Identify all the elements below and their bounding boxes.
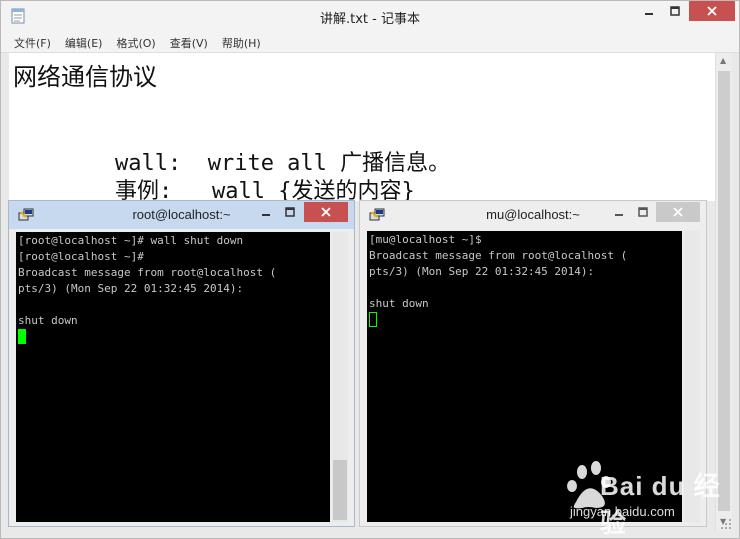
minimize-icon (262, 214, 270, 216)
terminal-line: pts/3) (Mon Sep 22 01:32:45 2014): (369, 265, 595, 278)
terminal-screen[interactable]: [root@localhost ~]# wall shut down [root… (16, 232, 330, 522)
menu-format[interactable]: 格式(O) (109, 31, 162, 52)
menu-file[interactable]: 文件(F) (7, 31, 58, 52)
terminal-titlebar[interactable]: root@localhost:~ (9, 201, 354, 229)
scroll-up-icon[interactable]: ▲ (720, 56, 726, 65)
terminal-cursor-line (18, 329, 328, 345)
terminal-scrollbar[interactable] (332, 232, 348, 522)
menu-help[interactable]: 帮助(H) (215, 31, 268, 52)
terminal-line: Broadcast message from root@localhost ( (18, 266, 277, 279)
close-icon (673, 207, 683, 217)
terminal-cursor (18, 329, 26, 344)
maximize-icon (285, 207, 295, 217)
window-title: 讲解.txt - 记事本 (320, 12, 420, 27)
close-button[interactable] (656, 202, 700, 222)
terminal-cursor-line (369, 312, 680, 328)
maximize-icon (638, 207, 648, 217)
editor-line: 网络通信协议 (13, 63, 157, 91)
minimize-icon (645, 13, 653, 15)
close-icon (321, 207, 331, 217)
terminal-cursor (369, 312, 377, 327)
maximize-button[interactable] (662, 1, 688, 21)
menu-bar: 文件(F) 编辑(E) 格式(O) 查看(V) 帮助(H) (1, 31, 739, 53)
maximize-button[interactable] (279, 203, 301, 221)
notepad-titlebar[interactable]: 讲解.txt - 记事本 (1, 1, 739, 31)
terminal-line: Broadcast message from root@localhost ( (369, 249, 628, 262)
terminal-line: shut down (369, 297, 429, 310)
scrollbar-thumb[interactable] (718, 71, 730, 511)
terminal-line: shut down (18, 314, 78, 327)
terminal-window-root: root@localhost:~ [root@localhost ~]# wal… (8, 200, 355, 527)
menu-edit[interactable]: 编辑(E) (58, 31, 110, 52)
terminal-titlebar[interactable]: mu@localhost:~ (360, 201, 706, 229)
minimize-button[interactable] (255, 203, 277, 221)
scrollbar-thumb[interactable] (333, 460, 347, 520)
minimize-button[interactable] (636, 1, 662, 21)
text-editor-area[interactable]: 网络通信协议 wall: write all 广播信息。 事例: wall {发… (9, 53, 715, 201)
close-button[interactable] (689, 1, 735, 21)
menu-view[interactable]: 查看(V) (163, 31, 215, 52)
maximize-button[interactable] (632, 203, 654, 221)
minimize-button[interactable] (608, 203, 630, 221)
terminal-title: root@localhost:~ (132, 207, 231, 222)
terminal-line: [root@localhost ~]# (18, 250, 144, 263)
terminal-line: pts/3) (Mon Sep 22 01:32:45 2014): (18, 282, 244, 295)
terminal-line: [mu@localhost ~]$ (369, 233, 482, 246)
watermark-brand: Bai du 经验 (600, 471, 721, 538)
watermark-url: jingyan.baidu.com (570, 504, 675, 519)
terminal-line: [root@localhost ~]# wall shut down (18, 234, 244, 247)
editor-line: 事例: wall {发送的内容} (115, 179, 415, 201)
terminal-title: mu@localhost:~ (486, 207, 580, 222)
minimize-icon (615, 214, 623, 216)
close-button[interactable] (304, 202, 348, 222)
maximize-icon (670, 6, 680, 16)
close-icon (707, 6, 717, 16)
vertical-scrollbar[interactable]: ▲ ▼ (715, 53, 732, 531)
